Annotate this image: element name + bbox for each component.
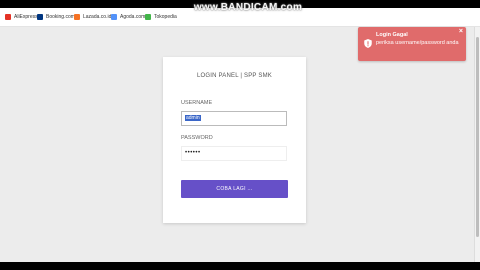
bookmark-label: Tokopedia	[154, 14, 177, 20]
bookmark-aliexpress[interactable]: AliExpress	[5, 12, 38, 22]
username-field[interactable]: admin	[181, 111, 287, 126]
bookmark-label: Booking.com	[46, 14, 75, 20]
bookmark-label: Agoda.com	[120, 14, 146, 20]
password-field[interactable]: ••••••	[181, 146, 287, 161]
bookmark-lazada[interactable]: Lazada.co.id	[74, 12, 111, 22]
error-toast: Login Gagal periksa username/password an…	[358, 27, 466, 61]
shield-alert-icon	[364, 39, 372, 48]
toast-title: Login Gagal	[376, 32, 408, 38]
booking-icon	[37, 14, 43, 20]
login-title: LOGIN PANEL | SPP SMK	[196, 73, 272, 79]
lazada-icon	[74, 14, 80, 20]
toast-message: periksa username/password anda	[376, 40, 459, 46]
aliexpress-icon	[5, 14, 11, 20]
retry-login-button[interactable]: COBA LAGI ...	[181, 180, 288, 198]
vertical-scrollbar[interactable]	[474, 27, 480, 262]
recorder-watermark: www.BANDICAM.com	[193, 2, 303, 13]
scrollbar-thumb[interactable]	[476, 37, 479, 237]
password-value: ••••••	[185, 150, 201, 156]
username-label: USERNAME	[181, 100, 213, 106]
tokopedia-icon	[145, 14, 151, 20]
agoda-icon	[111, 14, 117, 20]
bookmark-label: Lazada.co.id	[83, 14, 112, 20]
bookmark-label: AliExpress	[14, 14, 38, 20]
login-panel: LOGIN PANEL | SPP SMK USERNAME admin PAS…	[163, 57, 306, 223]
bookmark-agoda[interactable]: Agoda.com	[111, 12, 145, 22]
bookmark-booking[interactable]: Booking.com	[37, 12, 75, 22]
bookmark-tokopedia[interactable]: Tokopedia	[145, 12, 177, 22]
close-icon[interactable]: ×	[459, 28, 463, 35]
username-value: admin	[185, 115, 201, 121]
password-label: PASSWORD	[181, 135, 213, 141]
